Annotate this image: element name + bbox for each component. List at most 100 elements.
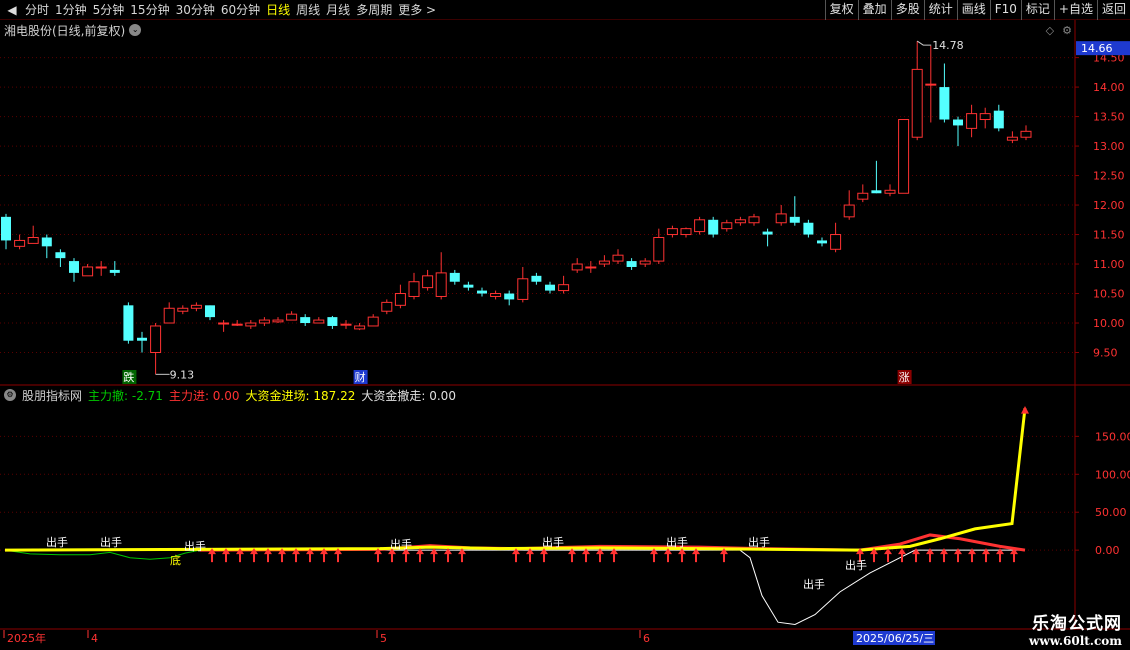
candle-body-up (340, 323, 352, 326)
signal-label: 出手 (803, 577, 825, 591)
period-tab-9[interactable]: 多周期 (353, 0, 395, 20)
stock-title[interactable]: 湘电股份(日线,前复权) (4, 22, 125, 39)
period-tab-3[interactable]: 15分钟 (127, 0, 172, 20)
candle-body-down (463, 284, 474, 288)
candle (598, 255, 610, 267)
candle (300, 314, 311, 326)
candle-body-up (979, 113, 991, 121)
buy-arrow-head (430, 548, 438, 555)
diamond-icon[interactable]: ◇ (1046, 24, 1054, 37)
candle (1020, 125, 1032, 141)
price-tick-label: 14.00 (1093, 81, 1125, 94)
price-tick-label: 9.50 (1093, 347, 1118, 360)
yellow-series-line (4, 407, 1027, 552)
candle (653, 228, 665, 265)
candle (449, 269, 460, 285)
candle-body-up (748, 216, 760, 224)
candle (286, 311, 298, 321)
event-marker-label: 跌 (123, 370, 134, 384)
candle-body-up (150, 325, 162, 354)
price-tick-label: 10.00 (1093, 317, 1125, 330)
candle-body-up (245, 322, 257, 327)
candle (245, 320, 257, 329)
toolbar-button-8[interactable]: 返回 (1096, 0, 1130, 20)
candle (41, 234, 52, 259)
candle (911, 41, 923, 141)
toolbar-button-0[interactable]: 复权 (824, 0, 858, 20)
chevron-down-icon[interactable]: ⌄ (129, 24, 142, 36)
candle-body-up (653, 236, 665, 262)
candle-body-up (82, 266, 94, 277)
indicator-pane[interactable]: 150.00 100.00 50.00 0.00 出手 出手 出手 出手 出手 出手 出手 出手 出手底… (0, 386, 1130, 630)
buy-arrow-head (898, 548, 906, 555)
date-tick-label: 6 (643, 632, 650, 645)
candle (190, 302, 202, 312)
date-tick-label: 5 (380, 632, 387, 645)
toolbar-button-2[interactable]: 多股 (890, 0, 924, 20)
indicator-chart-svg: 150.00100.0050.000.00出手 出手 出手 出手 出手 出手 出手出手出手底 (0, 386, 1130, 630)
candle (69, 258, 79, 282)
period-tab-6[interactable]: 日线 (263, 0, 293, 20)
candle (857, 184, 869, 203)
kline-chart-svg: 14.5014.0013.5013.0012.5012.0011.5011.00… (0, 20, 1130, 386)
indicator-tick-label: 50.00 (1095, 506, 1127, 519)
event-marker-label: 涨 (899, 371, 910, 384)
indicator-tick-label: 150.00 (1095, 430, 1130, 443)
candle-body-up (585, 266, 597, 269)
period-tab-1[interactable]: 1分钟 (52, 0, 90, 20)
kline-chart-pane[interactable]: 14.50 14.00 13.50 13.00 12.50 12.00 11.50 11.00… (0, 20, 1130, 386)
period-tab-5[interactable]: 60分钟 (218, 0, 263, 20)
period-tab-4[interactable]: 30分钟 (173, 0, 218, 20)
indicator-label-main-in: 主力进: 0.00 (168, 388, 240, 403)
candle-body-up (666, 228, 678, 236)
candle (313, 317, 325, 324)
candle (626, 258, 637, 270)
candle-body-up (177, 307, 189, 312)
indicator-name[interactable]: 股朋指标网 (22, 387, 82, 404)
candle (817, 237, 827, 247)
candle (422, 269, 434, 291)
candle (612, 249, 624, 265)
toolbar-button-6[interactable]: 标记 (1020, 0, 1054, 20)
back-arrow-icon[interactable]: ◀ (4, 2, 20, 18)
candle (490, 290, 502, 300)
candle (340, 320, 352, 329)
period-tab-7[interactable]: 周线 (293, 0, 323, 20)
toolbar-button-4[interactable]: 画线 (956, 0, 990, 20)
period-tab-2[interactable]: 5分钟 (90, 0, 128, 20)
settings-icon[interactable]: ⚙ (1062, 24, 1072, 37)
period-tab-8[interactable]: 月线 (323, 0, 353, 20)
candle (150, 323, 162, 375)
candle-body-down (871, 190, 882, 194)
spike-arrow-head (1021, 406, 1029, 414)
buy-arrow-head (416, 548, 424, 555)
candle-body-down (762, 231, 773, 235)
price-tick-label: 10.50 (1093, 288, 1125, 301)
candle (979, 107, 991, 129)
indicator-settings-icon[interactable]: ⚙ (4, 389, 16, 401)
candle-body-down (205, 305, 215, 318)
toolbar-button-5[interactable]: F10 (989, 0, 1021, 20)
candle-body-down (531, 275, 542, 282)
candle-body-down (803, 222, 814, 235)
watermark: 乐淘公式网 www.60lt.com (1029, 609, 1122, 648)
candle-body-up (558, 284, 570, 292)
toolbar-button-7[interactable]: +自选 (1053, 0, 1097, 20)
candle (463, 281, 474, 291)
period-tab-0[interactable]: 分时 (22, 0, 52, 20)
candle (775, 205, 787, 226)
candle (504, 290, 515, 306)
toolbar-button-1[interactable]: 叠加 (857, 0, 891, 20)
event-marker-label: 财 (355, 370, 366, 384)
candle-body-down (953, 119, 963, 126)
candle (680, 227, 692, 238)
candle (327, 315, 338, 329)
candle (545, 281, 555, 294)
candle (666, 225, 678, 238)
candle-body-down (939, 87, 950, 120)
toolbar-button-3[interactable]: 统计 (923, 0, 957, 20)
candle (830, 222, 842, 253)
period-tab-10[interactable]: 更多 > (395, 0, 439, 20)
candle-body-up (1006, 136, 1018, 141)
candle-body-up (680, 228, 692, 236)
